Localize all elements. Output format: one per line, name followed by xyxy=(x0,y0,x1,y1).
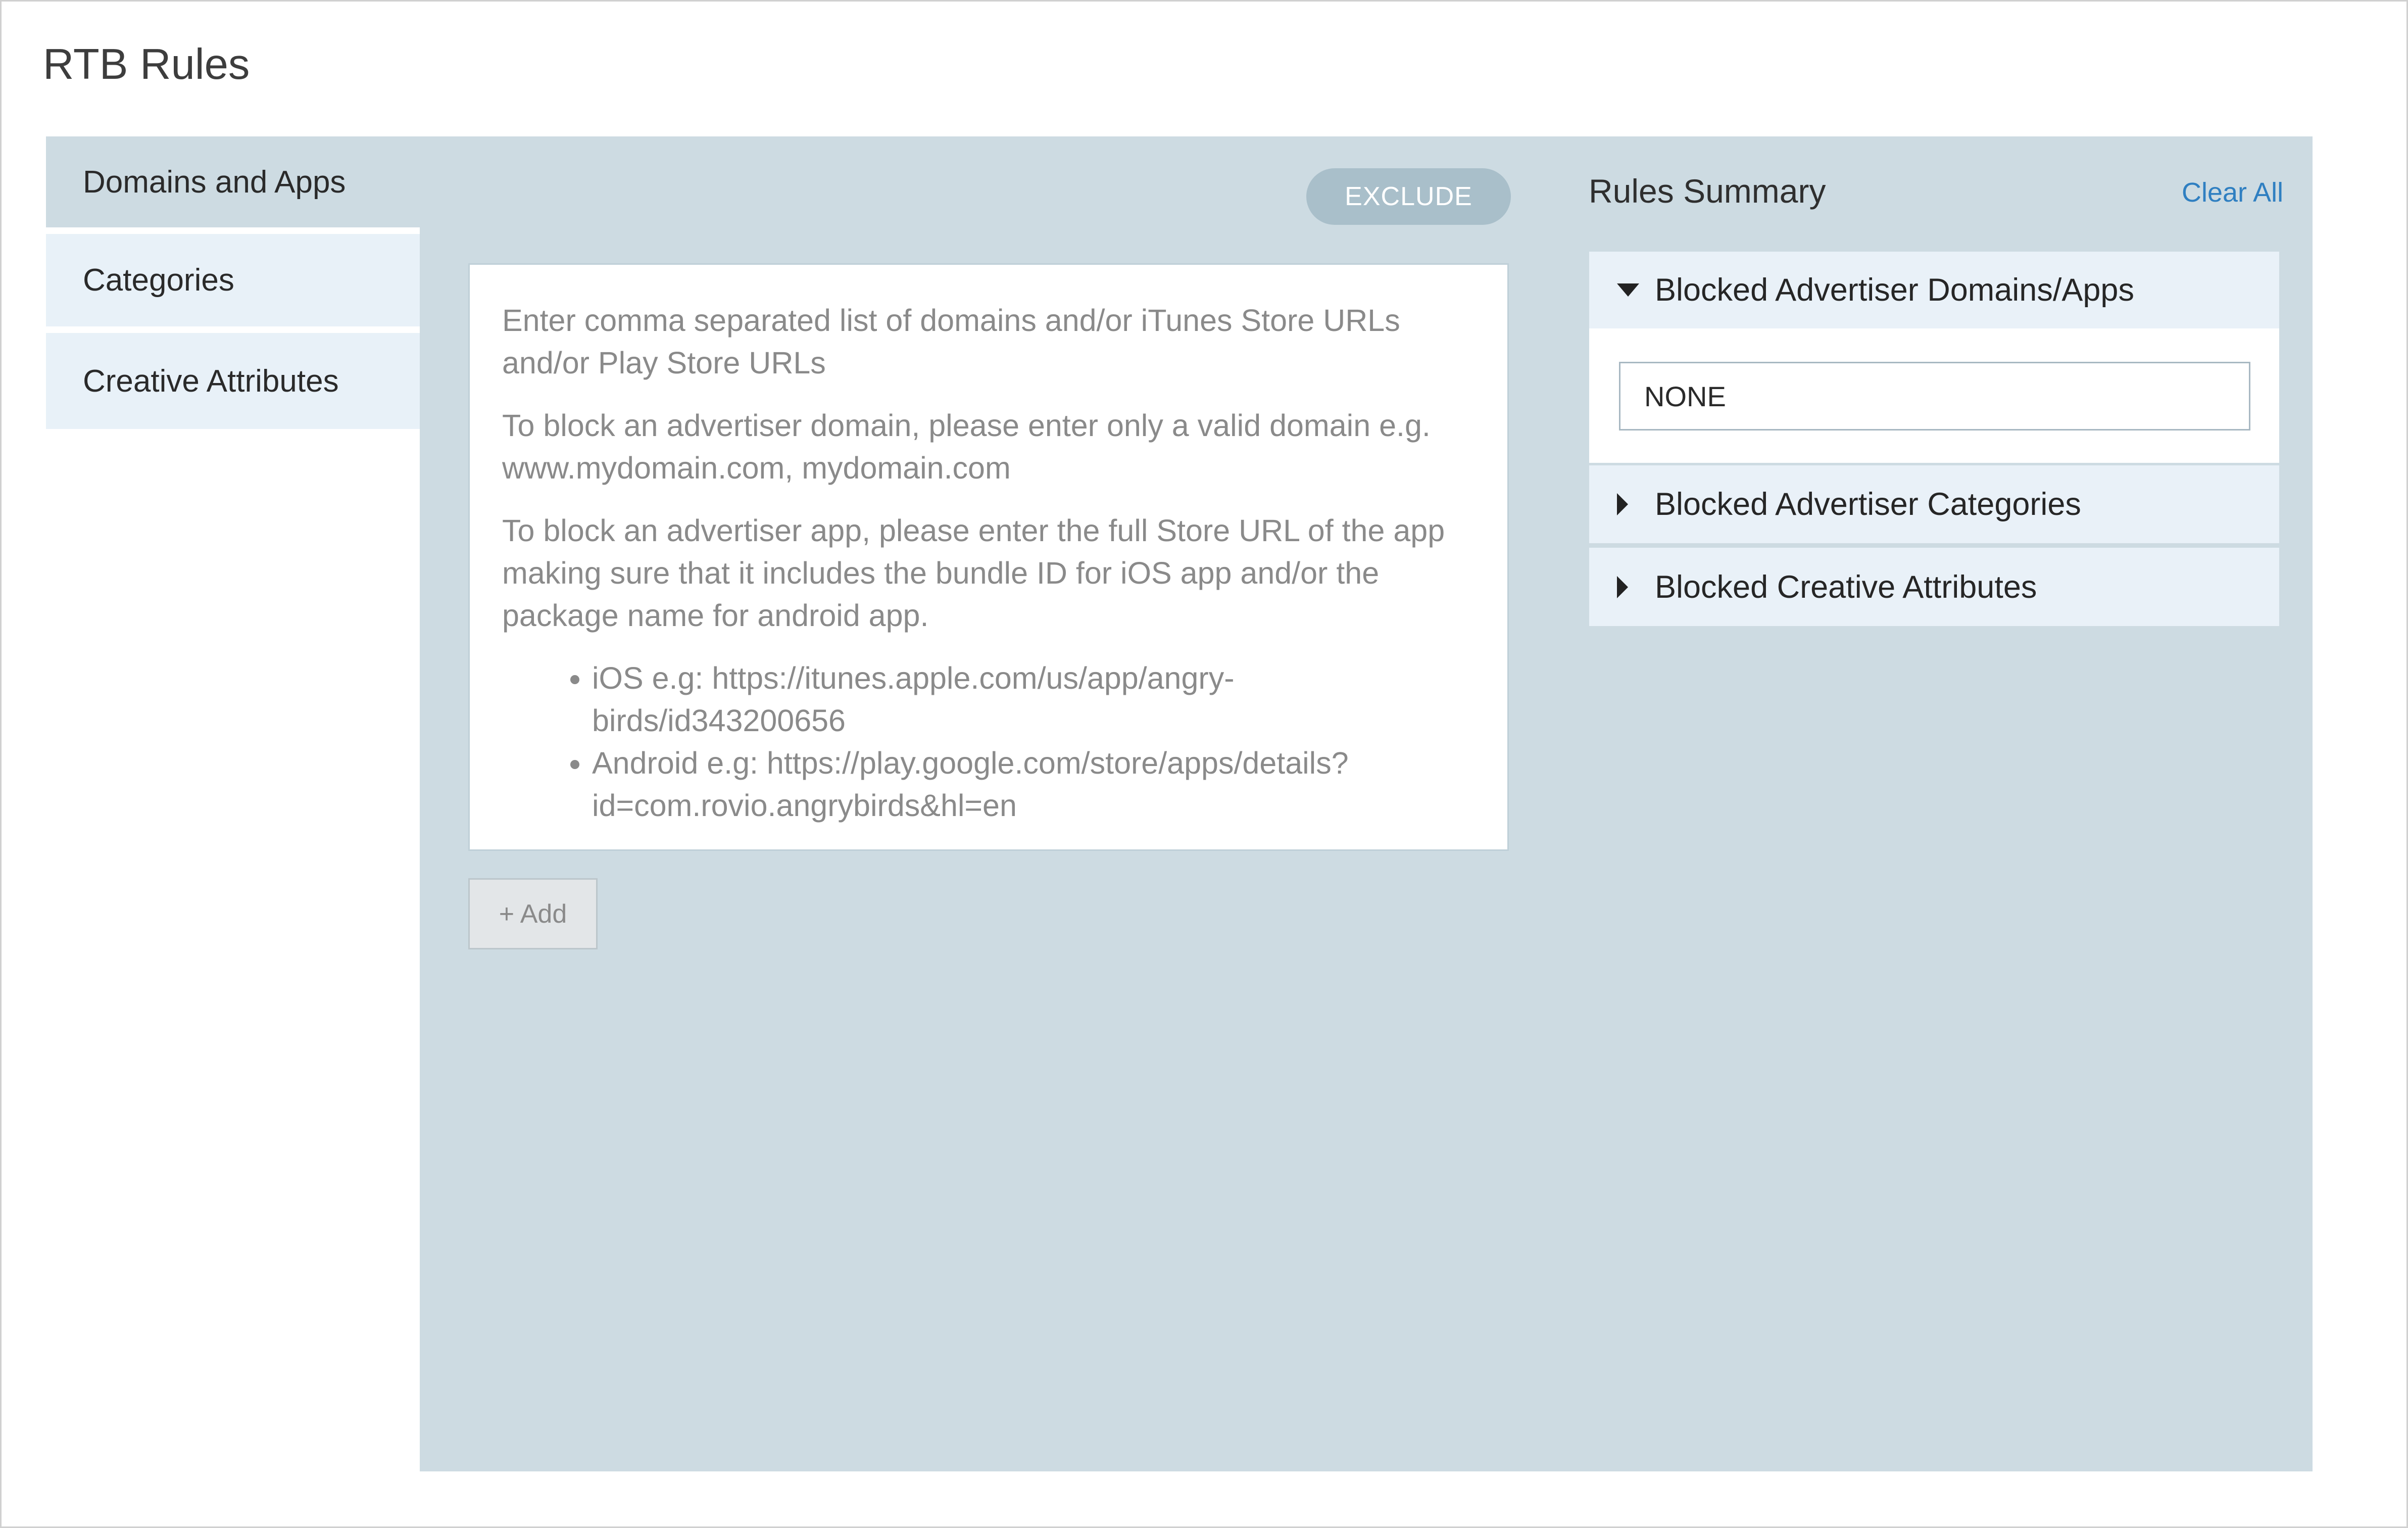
blocked-domains-value-field: NONE xyxy=(1619,362,2250,431)
accordion-blocked-domains-apps[interactable]: Blocked Advertiser Domains/Apps xyxy=(1589,252,2279,328)
caret-down-icon xyxy=(1617,283,1639,297)
summary-title: Rules Summary xyxy=(1589,172,1826,210)
accordion-blocked-creative-attributes[interactable]: Blocked Creative Attributes xyxy=(1589,548,2279,626)
accordion-label: Blocked Advertiser Domains/Apps xyxy=(1655,272,2134,308)
sidebar-item-creative-attributes[interactable]: Creative Attributes xyxy=(46,333,420,429)
accordion-label: Blocked Creative Attributes xyxy=(1655,569,2037,605)
app-window: RTB Rules Domains and Apps Categories Cr… xyxy=(0,0,2408,1528)
caret-right-icon xyxy=(1617,493,1628,515)
accordion-label: Blocked Advertiser Categories xyxy=(1655,487,2081,522)
sidebar-item-categories[interactable]: Categories xyxy=(46,234,420,326)
example-item-android: Android e.g: https://play.google.com/sto… xyxy=(592,742,1477,827)
page-title: RTB Rules xyxy=(43,40,250,88)
sidebar-item-label: Categories xyxy=(83,263,234,298)
sidebar-item-label: Domains and Apps xyxy=(83,164,346,200)
instruction-text: Enter comma separated list of domains an… xyxy=(502,303,1400,380)
sidebar-item-label: Creative Attributes xyxy=(83,363,339,399)
instruction-text: To block an advertiser domain, please en… xyxy=(502,408,1431,485)
example-item-ios: iOS e.g: https://itunes.apple.com/us/app… xyxy=(592,657,1477,742)
clear-all-link[interactable]: Clear All xyxy=(2182,177,2283,208)
example-list: iOS e.g: https://itunes.apple.com/us/app… xyxy=(502,657,1477,827)
accordion-blocked-categories[interactable]: Blocked Advertiser Categories xyxy=(1589,465,2279,543)
caret-right-icon xyxy=(1617,576,1628,598)
domains-input-area[interactable]: Enter comma separated list of domains an… xyxy=(468,263,1509,851)
sidebar-item-domains-and-apps[interactable]: Domains and Apps xyxy=(46,136,420,227)
instruction-text: To block an advertiser app, please enter… xyxy=(502,513,1445,633)
exclude-toggle-button[interactable]: EXCLUDE xyxy=(1306,168,1511,225)
add-button[interactable]: + Add xyxy=(468,878,598,949)
